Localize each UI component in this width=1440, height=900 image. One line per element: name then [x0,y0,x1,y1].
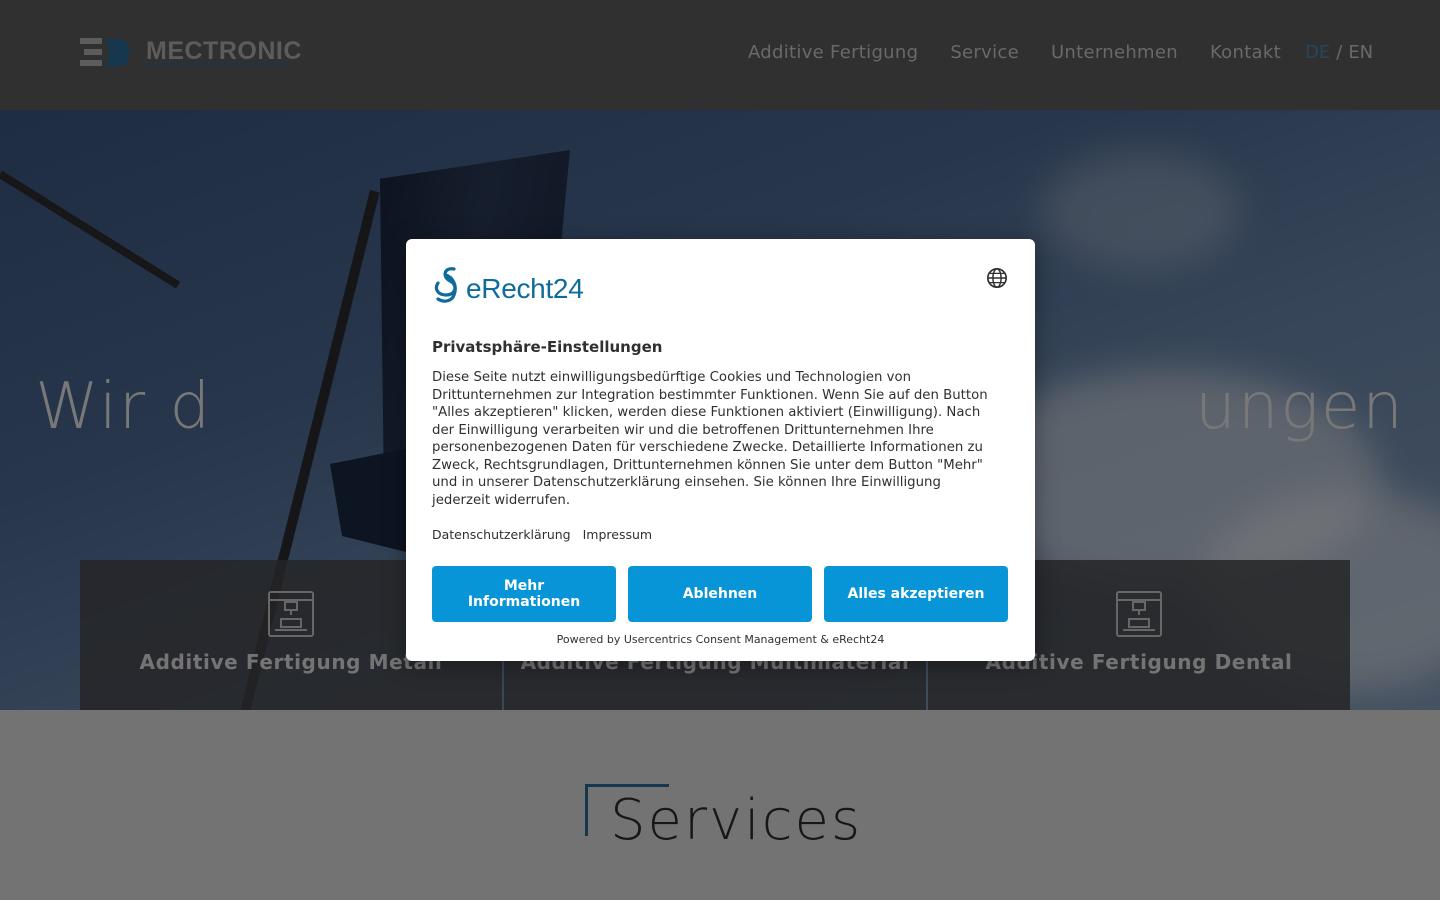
imprint-link[interactable]: Impressum [583,527,652,542]
erecht24-brand-text: eRecht24 [466,273,584,304]
consent-body-text: Diese Seite nutzt einwilligungsbedürftig… [432,370,988,508]
more-info-button[interactable]: Mehr Informationen [432,566,616,622]
powered-by-text: Powered by Usercentrics Consent Manageme… [556,633,885,646]
consent-title: Privatsphäre-Einstellungen [432,338,663,356]
deny-button[interactable]: Ablehnen [628,566,812,622]
privacy-policy-link[interactable]: Datenschutzerklärung [432,527,571,542]
consent-links: Datenschutzerklärung Impressum [432,527,652,542]
accept-all-button[interactable]: Alles akzeptieren [824,566,1008,622]
erecht24-mark-icon [434,267,457,303]
consent-dialog: eRecht24 Privatsphäre-Einstellungen Dies… [406,239,1035,661]
erecht24-logo: eRecht24 [432,265,602,305]
language-globe-icon[interactable] [986,267,1008,289]
